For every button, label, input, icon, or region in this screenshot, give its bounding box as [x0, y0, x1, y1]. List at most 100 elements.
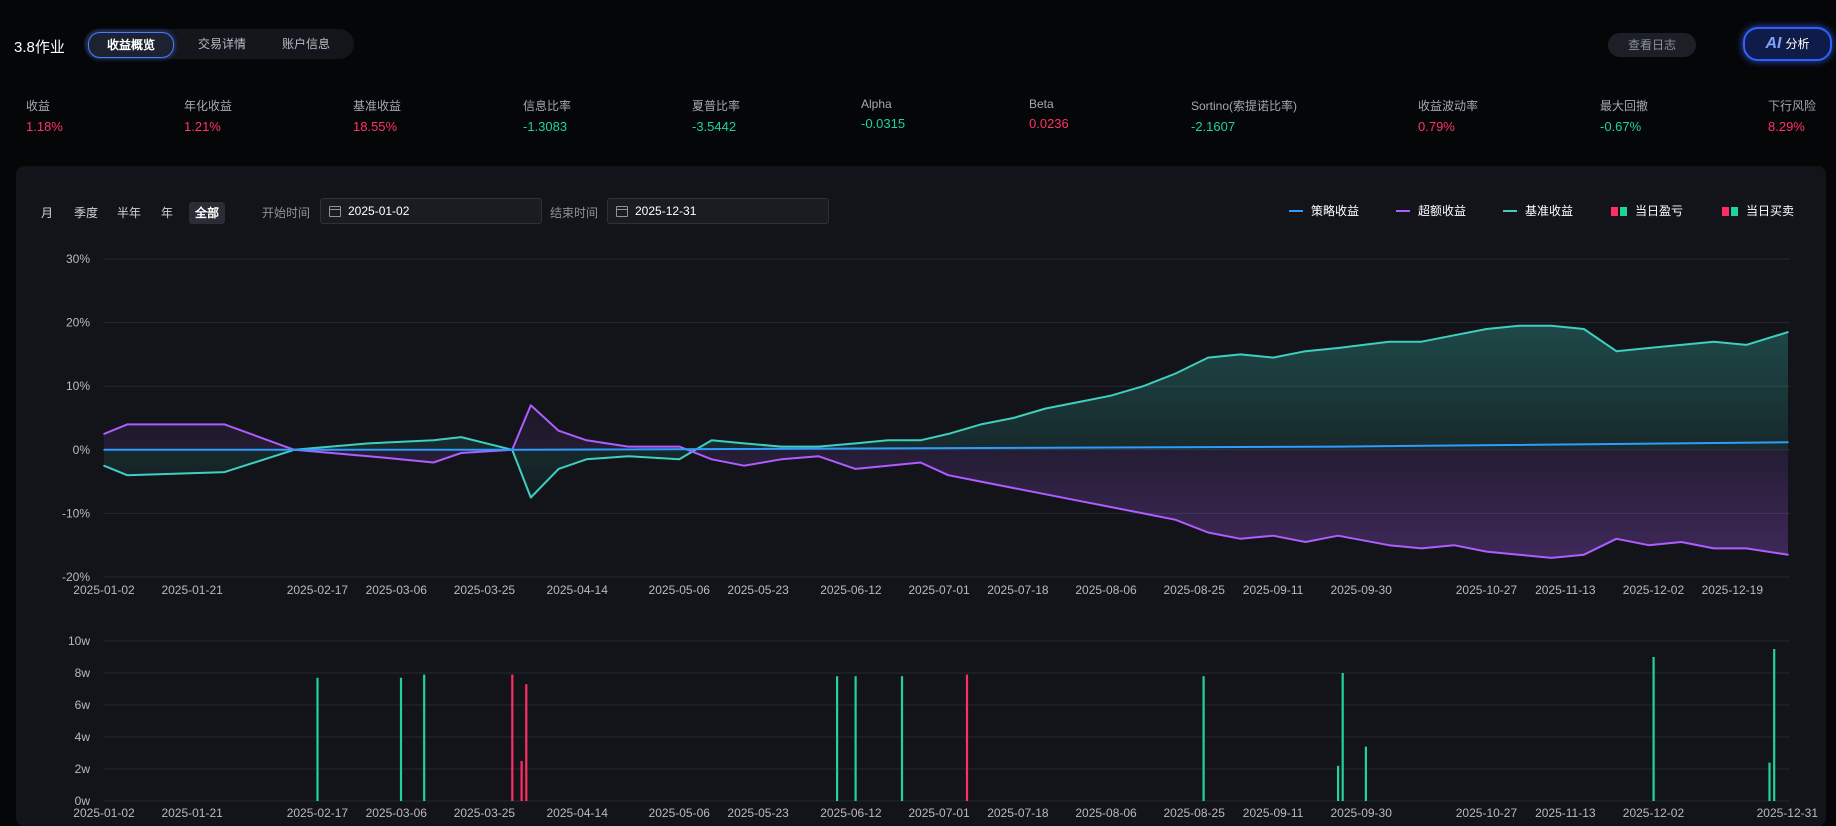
x-tick-label: 2025-01-21 — [161, 806, 223, 820]
series-point — [817, 455, 820, 458]
returns-and-volume-charts: 30%20%10%0%-10%-20%2025-01-02 2025-01-21 2… — [62, 252, 1818, 820]
x-tick-label: 2025-08-06 — [1075, 583, 1137, 597]
series-point — [557, 429, 560, 432]
series-point — [947, 433, 950, 435]
series-point — [223, 471, 226, 473]
series-point — [947, 474, 950, 477]
series-point — [627, 445, 629, 448]
series-point — [1787, 553, 1789, 556]
series-point — [854, 442, 857, 445]
y-tick-label: 2w — [75, 762, 91, 776]
series-point — [1485, 328, 1488, 330]
x-tick-label: 2025-07-01 — [908, 806, 970, 820]
series-point — [1142, 512, 1144, 515]
series-point — [1388, 544, 1390, 546]
series-point — [1207, 531, 1209, 534]
series-point — [1012, 417, 1015, 419]
volume-bar — [1364, 746, 1367, 801]
series-point — [817, 445, 820, 448]
x-tick-label: 2025-06-12 — [820, 583, 882, 597]
series-point — [1713, 340, 1715, 343]
series-point — [1680, 541, 1683, 543]
x-tick-label: 2025-05-23 — [727, 583, 789, 597]
series-point — [367, 455, 370, 458]
x-tick-label: 2025-09-11 — [1243, 583, 1304, 597]
series-point — [627, 455, 629, 458]
series-point — [530, 496, 532, 499]
volume-bar — [1652, 657, 1655, 801]
series-point — [1745, 344, 1747, 346]
series-point — [585, 439, 588, 442]
series-point — [1142, 385, 1144, 388]
volume-bar — [1341, 673, 1344, 801]
series-point — [223, 423, 226, 426]
series-point — [520, 449, 523, 451]
series-point — [460, 436, 463, 438]
x-tick-label: 2025-08-06 — [1075, 806, 1137, 820]
x-tick-label: 2025-06-12 — [820, 806, 882, 820]
x-tick-label: 2025-09-11 — [1243, 806, 1304, 820]
x-tick-label: 2025-12-19 — [1702, 583, 1764, 597]
series-point — [919, 439, 922, 442]
series-point — [1550, 557, 1553, 559]
x-tick-label: 2025-01-02 — [73, 583, 135, 597]
volume-bar — [423, 674, 426, 801]
series-point — [530, 404, 532, 407]
series-point — [1174, 372, 1177, 375]
series-point — [1745, 547, 1747, 550]
series-point — [432, 439, 435, 442]
y-tick-label: 6w — [75, 698, 91, 712]
series-point — [780, 445, 783, 448]
series-point — [887, 464, 889, 467]
volume-bar — [525, 684, 528, 801]
series-point — [1109, 394, 1112, 397]
series-point — [1648, 347, 1650, 349]
x-tick-label: 2025-05-06 — [649, 583, 711, 597]
x-tick-label: 2025-07-18 — [987, 583, 1049, 597]
series-point — [1077, 401, 1079, 403]
series-point — [1304, 350, 1307, 353]
series-point — [1337, 534, 1339, 537]
series-point — [103, 464, 105, 467]
y-tick-label: -10% — [62, 506, 90, 520]
series-point — [887, 439, 889, 442]
series-point — [1420, 547, 1423, 550]
y-tick-label: 0% — [73, 443, 91, 457]
series-point — [1583, 553, 1585, 556]
series-point — [1787, 441, 1789, 444]
series-point — [1420, 340, 1423, 343]
x-tick-label: 2025-08-25 — [1163, 806, 1225, 820]
x-tick-label: 2025-05-23 — [727, 806, 789, 820]
series-point — [1337, 445, 1339, 448]
volume-bar — [1337, 765, 1340, 801]
x-tick-label: 2025-11-13 — [1535, 806, 1596, 820]
x-tick-label: 2025-09-30 — [1331, 583, 1393, 597]
volume-bar — [1773, 649, 1776, 801]
series-point — [1583, 328, 1585, 330]
series-point — [1109, 506, 1112, 508]
series-point — [854, 468, 857, 470]
series-point — [919, 461, 922, 464]
x-tick-label: 2025-02-17 — [287, 583, 349, 597]
x-tick-label: 2025-10-27 — [1456, 583, 1518, 597]
y-tick-label: 10% — [66, 379, 90, 393]
volume-bar-chart: 10w8w6w4w2w0w2025-01-02 2025-01-21 2025-02… — [68, 634, 1818, 820]
series-point — [1044, 407, 1047, 410]
series-point — [1012, 487, 1015, 489]
series-point — [1615, 538, 1618, 540]
volume-bar — [316, 677, 319, 801]
series-point — [1518, 553, 1520, 556]
series-point — [678, 458, 681, 461]
series-point — [1239, 538, 1242, 540]
series-point — [126, 423, 128, 426]
series-point — [432, 461, 435, 464]
series-point — [126, 474, 128, 477]
series-point — [1713, 547, 1715, 550]
x-tick-label: 2025-09-30 — [1331, 806, 1393, 820]
series-point — [1787, 331, 1789, 333]
series-point — [1615, 350, 1618, 353]
volume-bar — [965, 674, 969, 801]
volume-bar — [1768, 762, 1771, 801]
y-tick-label: 10w — [68, 634, 90, 648]
volume-bar — [399, 677, 403, 801]
